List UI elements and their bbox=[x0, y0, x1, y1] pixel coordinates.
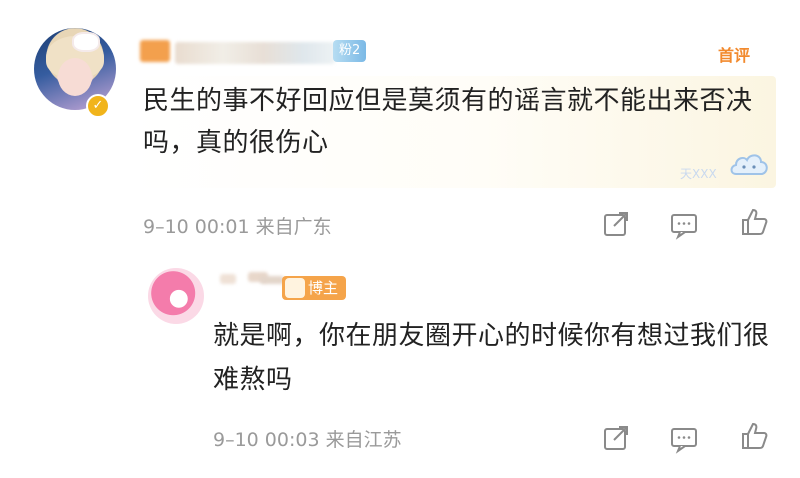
username-blurred[interactable] bbox=[140, 40, 170, 62]
reply-username-blurred-c[interactable] bbox=[260, 276, 284, 284]
comment-icon[interactable] bbox=[668, 422, 700, 454]
thumbs-up-icon[interactable] bbox=[738, 206, 770, 238]
thumbs-up-icon[interactable] bbox=[738, 420, 770, 452]
reply-text: 就是啊，你在朋友圈开心的时候你有想过我们很难熬吗 bbox=[213, 321, 770, 395]
avatar-bow bbox=[74, 34, 98, 50]
avatar-face bbox=[58, 58, 92, 96]
blogger-badge: 博主 bbox=[282, 276, 347, 300]
cloud-sticker-icon bbox=[730, 154, 768, 175]
comment-meta: 9–10 00:01 来自广东 bbox=[143, 216, 332, 238]
comment-icon[interactable] bbox=[668, 208, 700, 240]
share-icon[interactable] bbox=[600, 208, 632, 240]
verified-badge-icon: ✓ bbox=[86, 94, 110, 118]
dog-icon bbox=[285, 278, 305, 298]
first-comment-tag: 首评 bbox=[718, 46, 751, 65]
reply-username-blurred[interactable] bbox=[220, 274, 236, 284]
comment-thread: ✓ 粉2 首评 民生的事不好回应但是莫须有的谣言就不能出来否决吗，真的很伤心 天… bbox=[0, 0, 800, 478]
fan-level-badge[interactable]: 粉2 bbox=[333, 40, 367, 62]
sticker-label: 天XXX bbox=[680, 167, 717, 181]
username-blurred-extended[interactable] bbox=[175, 42, 335, 64]
reply-avatar[interactable] bbox=[148, 268, 204, 324]
reply-meta: 9–10 00:03 来自江苏 bbox=[213, 429, 402, 451]
share-icon[interactable] bbox=[600, 422, 632, 454]
comment-text: 民生的事不好回应但是莫须有的谣言就不能出来否决吗，真的很伤心 bbox=[143, 86, 753, 158]
blogger-badge-label: 博主 bbox=[308, 279, 339, 297]
